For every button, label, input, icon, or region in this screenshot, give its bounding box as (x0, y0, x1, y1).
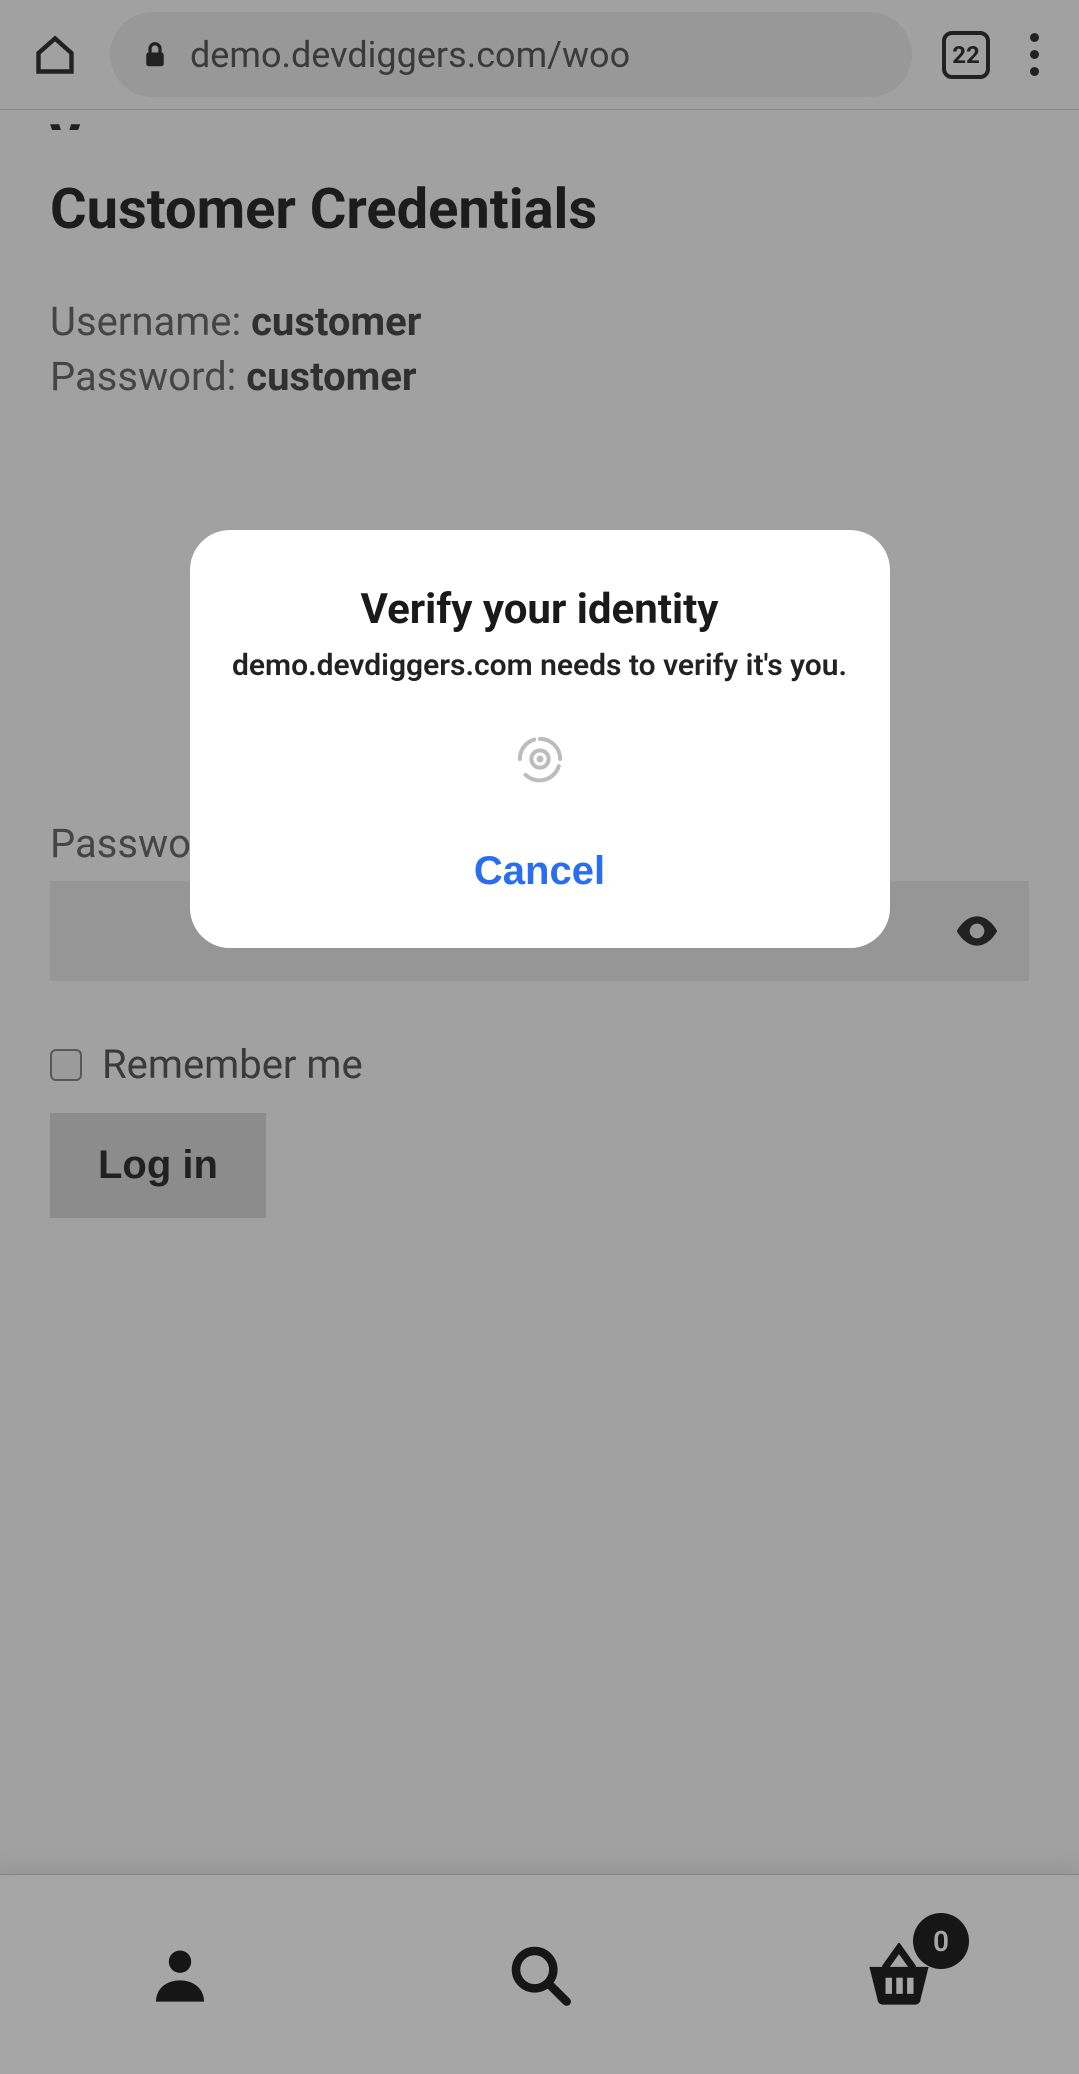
verify-identity-dialog: Verify your identity demo.devdiggers.com… (190, 530, 890, 948)
dialog-title: Verify your identity (230, 585, 850, 634)
fingerprint-spinner-icon (504, 723, 576, 795)
dialog-subtitle: demo.devdiggers.com needs to verify it's… (230, 648, 850, 683)
modal-overlay[interactable]: Verify your identity demo.devdiggers.com… (0, 0, 1079, 2074)
cancel-button[interactable]: Cancel (454, 835, 625, 908)
